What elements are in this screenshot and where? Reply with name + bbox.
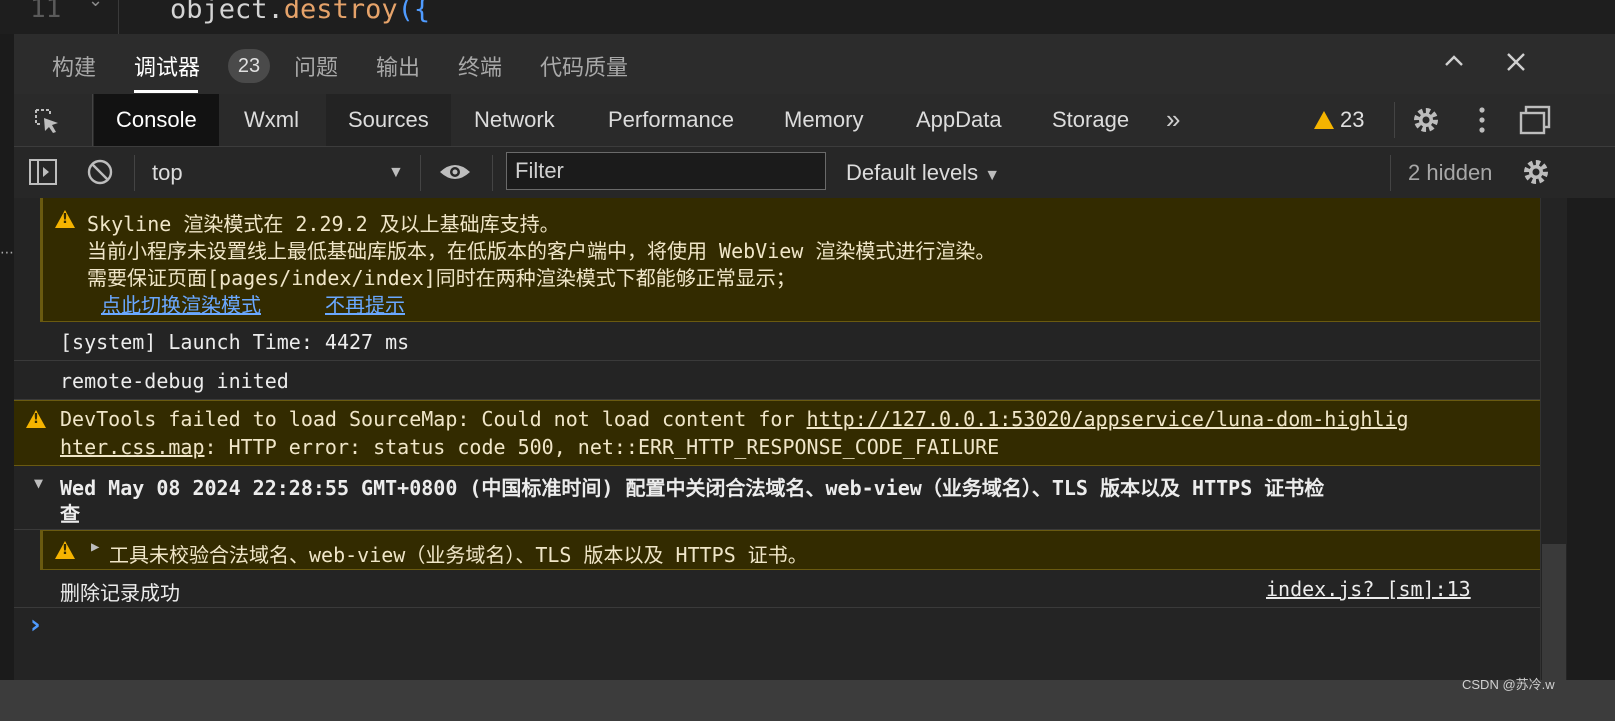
tab-wxml[interactable]: Wxml (222, 94, 321, 146)
console-group[interactable]: ▼ Wed May 08 2024 22:28:55 GMT+0800 (中国标… (14, 466, 1540, 530)
status-bar (0, 680, 1615, 721)
right-margin (1567, 198, 1615, 680)
tab-memory[interactable]: Memory (762, 94, 885, 146)
code-prefix: object. (170, 0, 284, 25)
tab-build[interactable]: 构建 (52, 50, 96, 82)
switch-render-mode-link[interactable]: 点此切换渲染模式 (101, 289, 261, 318)
toolbar-separator (1394, 102, 1395, 138)
gutter-separator (118, 0, 119, 34)
message-text: remote-debug inited (60, 369, 289, 393)
tab-debugger[interactable]: 调试器 (134, 50, 200, 82)
filter-separator (134, 155, 135, 191)
sourcemap-url-link[interactable]: hter.css.map (60, 435, 205, 459)
expand-triangle-icon[interactable]: ▶ (91, 539, 99, 555)
sidebar-toggle-icon[interactable] (28, 158, 58, 191)
filter-separator (1390, 155, 1391, 191)
console-message: remote-debug inited (14, 361, 1540, 400)
debugger-count-badge: 23 (228, 49, 270, 83)
tab-sources[interactable]: Sources (326, 94, 451, 146)
filter-separator (420, 155, 421, 191)
gear-icon[interactable] (1410, 104, 1442, 141)
warning-icon (1314, 111, 1334, 129)
tab-network[interactable]: Network (452, 94, 577, 146)
watermark: CSDN @苏冷.w (1462, 677, 1555, 692)
skyline-warning: Skyline 渲染模式在 2.29.2 及以上基础库支持。 当前小程序未设置线… (40, 198, 1540, 322)
tab-terminal[interactable]: 终端 (458, 50, 502, 82)
collapse-triangle-icon[interactable]: ▼ (34, 474, 43, 492)
eye-icon[interactable] (438, 160, 472, 189)
dropdown-arrow-icon: ▼ (388, 164, 404, 181)
code-editor-strip: 11 ⌄ object.destroy({ (0, 0, 1615, 34)
undock-icon[interactable] (1518, 104, 1552, 141)
message-text: [system] Launch Time: 4427 ms (60, 330, 410, 354)
warning-counter[interactable]: 23 (1314, 94, 1364, 146)
tls-warning: ▶ 工具未校验合法域名、web-view（业务域名）、TLS 版本以及 HTTP… (40, 530, 1540, 570)
console-messages: Skyline 渲染模式在 2.29.2 及以上基础库支持。 当前小程序未设置线… (14, 198, 1540, 680)
group-title: 查 (60, 502, 80, 526)
clear-console-icon[interactable] (86, 158, 114, 191)
message-text: Skyline 渲染模式在 2.29.2 及以上基础库支持。 (87, 212, 560, 236)
console-message: [system] Launch Time: 4427 ms (14, 322, 1540, 361)
filter-separator (492, 155, 493, 191)
fold-chevron-icon[interactable]: ⌄ (88, 0, 103, 11)
scrollbar-thumb[interactable] (1542, 544, 1566, 680)
dropdown-arrow-icon: ▼ (984, 167, 1001, 184)
console-prompt-icon[interactable]: › (30, 610, 41, 640)
panel-tab-bar: 构建 调试器 23 问题 输出 终端 代码质量 (14, 34, 1615, 95)
tab-problems[interactable]: 问题 (294, 50, 338, 82)
close-icon[interactable] (1500, 48, 1532, 80)
line-number: 11 (30, 0, 62, 24)
devtools-tab-bar: Console Wxml Sources Network Performance… (14, 94, 1615, 147)
tab-console[interactable]: Console (94, 94, 219, 146)
tab-storage[interactable]: Storage (1030, 94, 1151, 146)
dismiss-link[interactable]: 不再提示 (325, 289, 405, 318)
tab-code-quality[interactable]: 代码质量 (540, 50, 628, 82)
message-text: DevTools failed to load SourceMap: Could… (60, 407, 1409, 431)
console-filter-bar: top ▼ Default levels ▼ 2 hidden (14, 147, 1615, 199)
message-text-part: DevTools failed to load SourceMap: Could… (60, 407, 807, 431)
warning-count: 23 (1340, 107, 1365, 132)
message-text: 删除记录成功 (60, 581, 180, 605)
tab-appdata[interactable]: AppData (894, 94, 1024, 146)
group-title: Wed May 08 2024 22:28:55 GMT+0800 (中国标准时… (60, 476, 1325, 500)
inspect-element-icon[interactable] (32, 106, 60, 134)
gear-icon[interactable] (1520, 156, 1552, 193)
source-link[interactable]: index.js? [sm]:13 (1266, 577, 1471, 601)
message-text: 需要保证页面[pages/index/index]同时在两种渲染模式下都能够正常… (87, 266, 796, 290)
tab-output[interactable]: 输出 (376, 50, 420, 82)
message-text: 当前小程序未设置线上最低基础库版本，在低版本的客户端中，将使用 WebView … (87, 239, 996, 263)
code-method: destroy (283, 0, 398, 25)
message-text: hter.css.map: HTTP error: status code 50… (60, 435, 999, 459)
context-selector[interactable]: top (152, 147, 420, 198)
console-message: 删除记录成功 index.js? [sm]:13 (14, 570, 1540, 608)
kebab-menu-icon[interactable] (1472, 104, 1492, 141)
more-tabs-icon[interactable]: » (1166, 94, 1180, 146)
sourcemap-warning: DevTools failed to load SourceMap: Could… (14, 400, 1540, 466)
hidden-messages-count[interactable]: 2 hidden (1408, 147, 1492, 198)
log-levels-dropdown[interactable]: Default levels ▼ (846, 147, 1000, 201)
tab-separator (92, 94, 93, 146)
warning-icon (26, 410, 46, 428)
code-suffix: ({ (397, 0, 431, 25)
ellipsis-icon: ⋯ (0, 244, 14, 260)
message-text: 工具未校验合法域名、web-view（业务域名）、TLS 版本以及 HTTPS … (109, 543, 808, 567)
chevron-up-icon[interactable] (1438, 48, 1470, 80)
sourcemap-url-link[interactable]: http://127.0.0.1:53020/appservice/luna-d… (807, 407, 1409, 431)
message-text-part: : HTTP error: status code 500, net::ERR_… (204, 435, 1000, 459)
log-levels-label: Default levels (846, 160, 979, 185)
filter-input[interactable] (506, 152, 826, 190)
code-line[interactable]: object.destroy({ (170, 0, 430, 25)
warning-icon (55, 210, 75, 228)
active-tab-indicator (134, 90, 198, 93)
left-activity-strip: ⋯ (0, 34, 15, 694)
warning-icon (55, 541, 75, 559)
tab-performance[interactable]: Performance (586, 94, 756, 146)
